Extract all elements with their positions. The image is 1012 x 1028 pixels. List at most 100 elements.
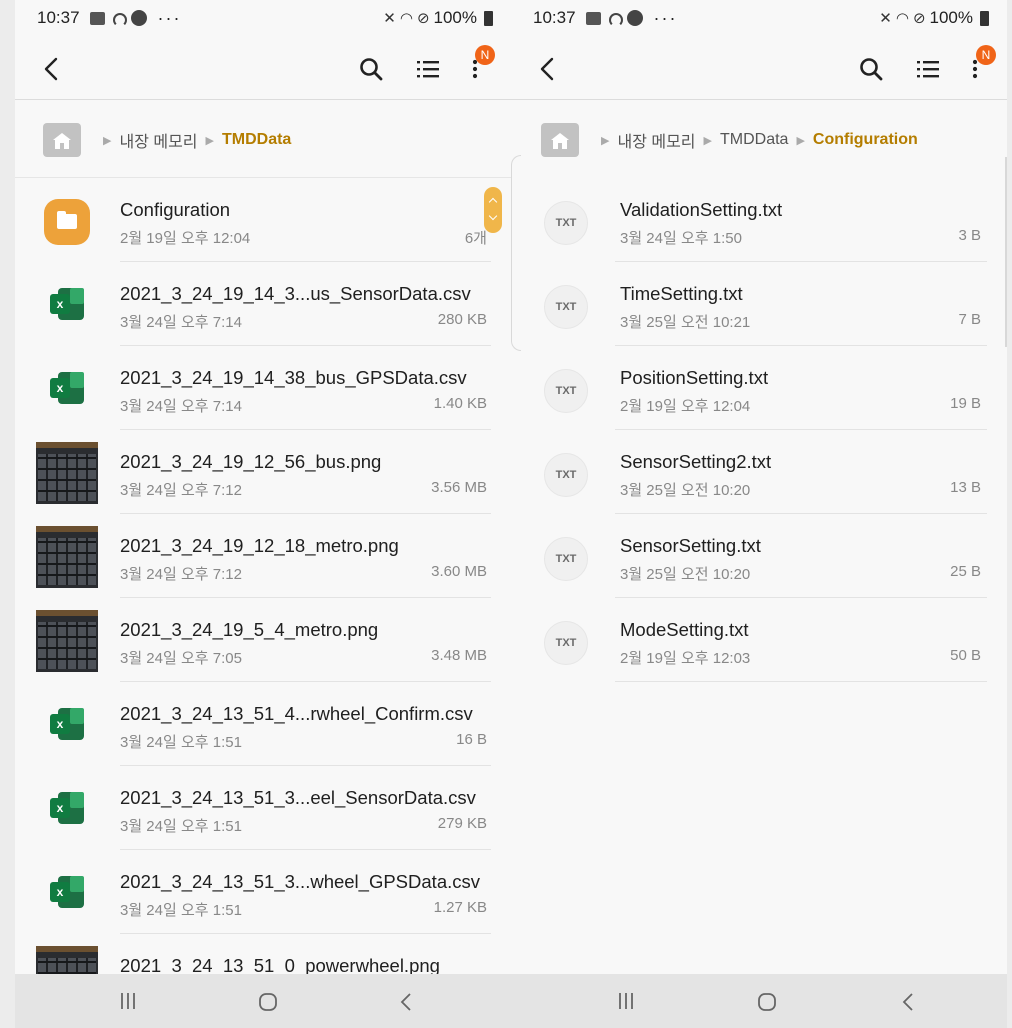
list-item[interactable]: TXT PositionSetting.txt 2월 19일 오후 12:04 … [511,346,1007,430]
status-bar: 10:37 ··· ✕ ◠ ⊘ 100% [15,0,511,36]
file-size: 3.48 MB [431,647,487,664]
txt-file-icon: TXT [544,621,588,665]
breadcrumb-arrow-icon: ▶ [703,134,712,147]
file-date: 2월 19일 오후 12:03 [620,650,751,667]
svg-text:x: x [57,297,64,311]
file-size: 280 KB [437,311,487,328]
file-name: ModeSetting.txt [620,619,749,640]
file-name: SensorSetting.txt [620,535,761,556]
home-nav-icon[interactable] [258,992,278,1012]
back-icon[interactable] [537,56,559,82]
excel-file-icon: x [50,792,84,824]
breadcrumb-root[interactable]: 내장 메모리 [617,128,695,152]
list-item[interactable]: TXT ValidationSetting.txt 3월 24일 오후 1:50… [511,178,1007,262]
no-signal-icon: ⊘ [912,10,926,27]
status-bar: 10:37 ··· ✕ ◠ ⊘ 100% [511,0,1007,36]
breadcrumb-current[interactable]: TMDData [222,131,291,149]
list-view-icon[interactable] [415,56,441,82]
list-item[interactable]: TXT TimeSetting.txt 3월 25일 오전 10:21 7 B [511,262,1007,346]
file-list: TXT ValidationSetting.txt 3월 24일 오후 1:50… [511,178,1007,682]
status-time: 10:37 [37,8,80,27]
breadcrumb-root[interactable]: 내장 메모리 [119,128,197,152]
list-item[interactable]: 2021_3_24_19_12_18_metro.png 3월 24일 오후 7… [15,514,511,598]
breadcrumb-current[interactable]: Configuration [813,131,918,149]
file-date: 2월 19일 오후 12:04 [620,398,751,415]
file-size: 3 B [958,227,981,244]
file-size: 6개 [464,230,487,247]
home-icon[interactable] [43,123,81,157]
list-item[interactable]: TXT SensorSetting2.txt 3월 25일 오전 10:20 1… [511,430,1007,514]
right-panel: 10:37 ··· ✕ ◠ ⊘ 100% N ▶ 내장 메모리 ▶ TMDDat… [511,0,1007,1028]
wear-notification-icon [130,10,147,26]
left-panel: 10:37 ··· ✕ ◠ ⊘ 100% N ▶ 내장 메모리 ▶ TMDDat… [15,0,511,1028]
toolbar: N [511,40,1007,98]
txt-file-icon: TXT [544,201,588,245]
search-icon[interactable] [858,56,884,82]
recents-icon[interactable] [617,992,635,1010]
file-size: 50 B [950,647,981,664]
file-date: 3월 24일 오후 7:14 [120,398,242,415]
file-size: 7 B [958,311,981,328]
file-size: 13 B [950,479,981,496]
list-item[interactable]: Configuration 2월 19일 오후 12:04 6개 [15,178,511,262]
file-name: 2021_3_24_13_51_3...wheel_GPSData.csv [120,871,480,892]
breadcrumb-arrow-icon: ▶ [601,134,610,147]
more-notifications-icon: ··· [653,7,678,28]
file-date: 3월 24일 오후 1:51 [120,734,242,751]
nav-bar [15,974,511,1028]
nav-bar [511,974,1007,1028]
battery-percent: 100% [433,8,477,27]
file-size: 1.40 KB [433,395,487,412]
toolbar-divider [511,99,1007,100]
file-date: 3월 24일 오후 7:12 [120,482,242,499]
home-nav-icon[interactable] [757,992,777,1012]
file-name: TimeSetting.txt [620,283,743,304]
battery-percent: 100% [929,8,973,27]
svg-text:x: x [57,885,64,899]
file-size: 1.27 KB [433,899,487,916]
weather-notification-icon [606,12,623,27]
breadcrumb: ▶ 내장 메모리 ▶ TMDData [43,120,511,160]
list-item[interactable]: 2021_3_24_19_12_56_bus.png 3월 24일 오후 7:1… [15,430,511,514]
notification-badge: N [976,45,996,65]
list-item[interactable]: x 2021_3_24_13_51_4...rwheel_Confirm.csv… [15,682,511,766]
recents-icon[interactable] [119,992,137,1010]
txt-file-icon: TXT [544,537,588,581]
back-nav-icon[interactable] [901,992,915,1012]
file-name: 2021_3_24_19_12_56_bus.png [120,451,382,472]
svg-text:x: x [57,801,64,815]
list-item[interactable]: 2021_3_24_19_5_4_metro.png 3월 24일 오후 7:0… [15,598,511,682]
status-time: 10:37 [533,8,576,27]
list-item[interactable]: x 2021_3_24_19_14_3...us_SensorData.csv … [15,262,511,346]
file-date: 3월 25일 오전 10:20 [620,566,751,583]
breadcrumb-arrow-icon: ▶ [796,134,805,147]
list-item[interactable]: x 2021_3_24_13_51_3...eel_SensorData.csv… [15,766,511,850]
list-item[interactable]: x 2021_3_24_13_51_3...wheel_GPSData.csv … [15,850,511,934]
excel-file-icon: x [50,876,84,908]
txt-file-icon: TXT [544,369,588,413]
list-view-icon[interactable] [915,56,941,82]
list-item[interactable]: TXT SensorSetting.txt 3월 25일 오전 10:20 25… [511,514,1007,598]
back-icon[interactable] [41,56,63,82]
file-name: 2021_3_24_19_14_38_bus_GPSData.csv [120,367,467,388]
search-icon[interactable] [358,56,384,82]
folder-icon [44,199,90,245]
breadcrumb-middle[interactable]: TMDData [720,131,788,149]
list-item[interactable]: TXT ModeSetting.txt 2월 19일 오후 12:03 50 B [511,598,1007,682]
weather-notification-icon [110,12,127,27]
back-nav-icon[interactable] [399,992,413,1012]
file-name: 2021_3_24_19_14_3...us_SensorData.csv [120,283,471,304]
excel-file-icon: x [50,708,84,740]
image-thumbnail [36,526,98,588]
file-date: 3월 24일 오후 7:12 [120,566,242,583]
home-icon[interactable] [541,123,579,157]
file-name: 2021_3_24_13_51_4...rwheel_Confirm.csv [120,703,473,724]
file-name: PositionSetting.txt [620,367,769,388]
fast-scroll-handle[interactable] [484,187,502,233]
file-size: 3.56 MB [431,479,487,496]
file-date: 3월 24일 오후 7:05 [120,650,242,667]
list-item[interactable]: x 2021_3_24_19_14_38_bus_GPSData.csv 3월 … [15,346,511,430]
breadcrumb-arrow-icon: ▶ [205,134,214,147]
more-notifications-icon: ··· [157,7,182,28]
file-size: 3.60 MB [431,563,487,580]
